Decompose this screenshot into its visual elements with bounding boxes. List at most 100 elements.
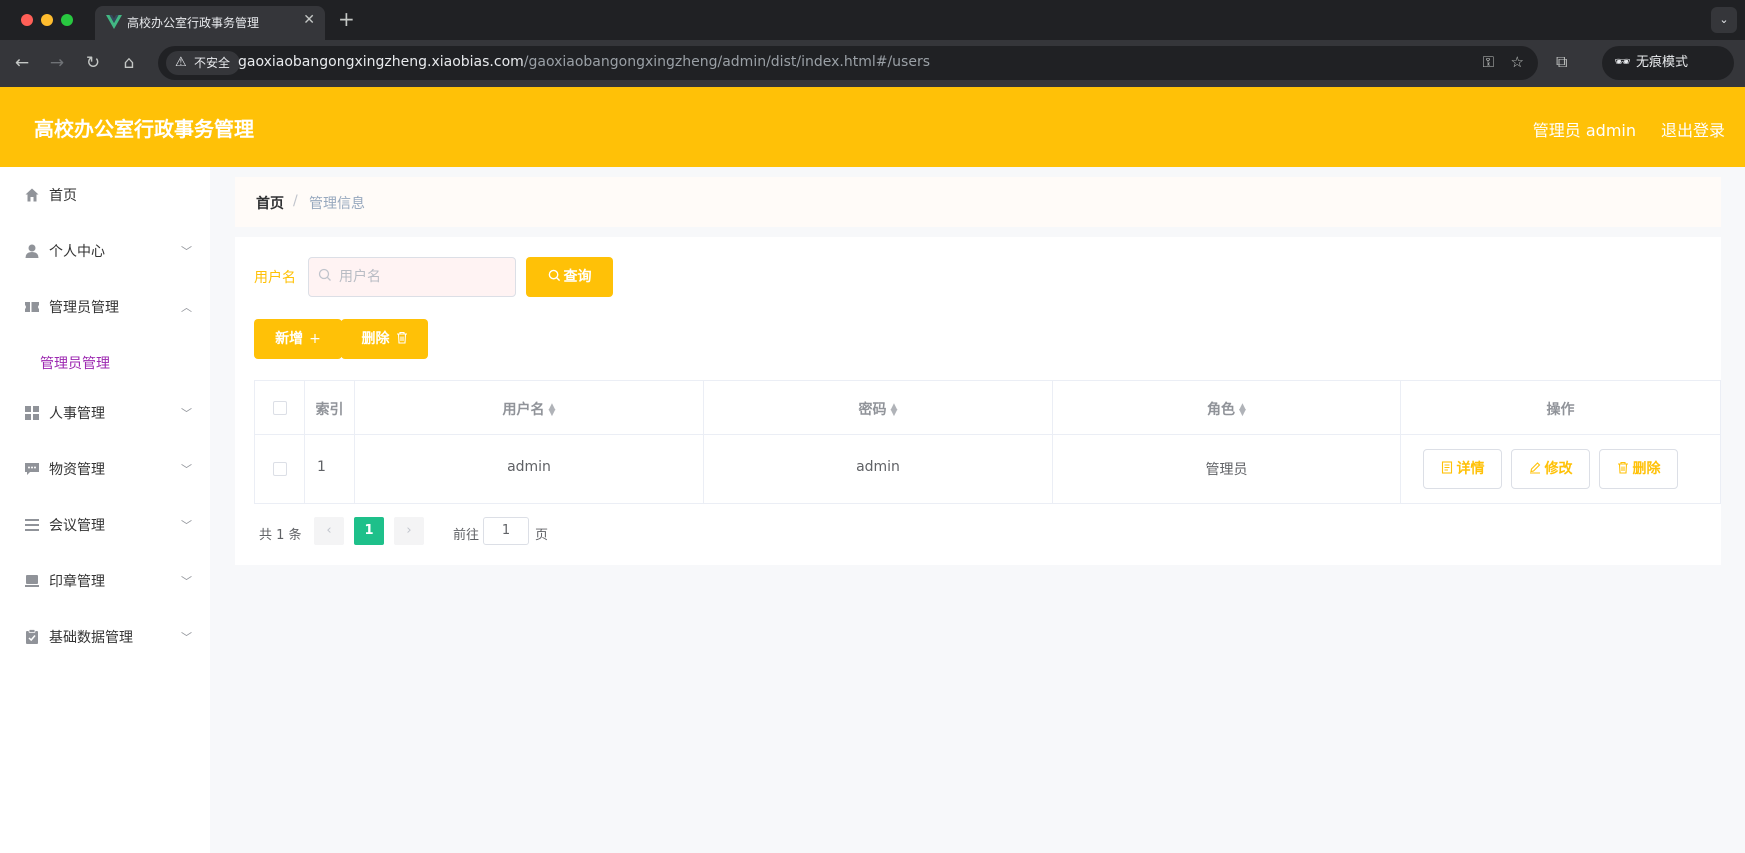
header-index: 索引	[315, 402, 344, 418]
delete-button-label: 删除	[1632, 461, 1661, 477]
key-icon[interactable]: ⚿	[1483, 53, 1494, 71]
chevron-right-icon: ›	[406, 523, 412, 538]
sidebar-item-label: 个人中心	[49, 244, 105, 260]
search-icon	[318, 268, 331, 281]
stamp-icon	[25, 575, 39, 587]
browser-tab[interactable]: 高校办公室行政事务管理 ✕	[95, 6, 325, 40]
header-username-wrap: 用户名 ▲ ▼	[355, 399, 703, 419]
sidebar-item-admin-management[interactable]: 管理员管理 ︿	[0, 279, 210, 335]
chevron-down-icon: ﹀	[181, 245, 192, 258]
maximize-window-button[interactable]	[61, 14, 73, 26]
new-tab-icon[interactable]: +	[338, 7, 355, 31]
chevron-down-icon: ﹀	[181, 519, 192, 532]
bookmark-star-icon[interactable]: ☆	[1511, 53, 1524, 71]
url-path: /gaoxiaobangongxingzheng/admin/dist/inde…	[523, 54, 930, 70]
sidebar-item-materials-management[interactable]: 物资管理 ﹀	[0, 441, 210, 497]
close-window-button[interactable]	[21, 14, 33, 26]
sidebar-item-personal-center[interactable]: 个人中心 ﹀	[0, 223, 210, 279]
url-text[interactable]: gaoxiaobangongxingzheng.xiaobias.com/gao…	[238, 54, 930, 70]
search-field[interactable]	[308, 257, 516, 297]
header-cell-index: 索引	[305, 381, 355, 434]
incognito-icon: 🕶	[1614, 55, 1631, 70]
users-table: 索引 用户名 ▲ ▼ 密码 ▲ ▼ 角色 ▲ ▼ 操作 1 admin admi…	[254, 380, 1721, 504]
header-cell-password[interactable]: 密码 ▲ ▼	[704, 381, 1053, 434]
tab-close-icon[interactable]: ✕	[303, 12, 315, 28]
sidebar-item-hr-management[interactable]: 人事管理 ﹀	[0, 385, 210, 441]
row-password: admin	[856, 459, 900, 475]
incognito-chip[interactable]: 🕶 无痕模式	[1602, 46, 1734, 80]
select-all-checkbox[interactable]	[273, 401, 287, 415]
pagination-goto-input[interactable]: 1	[483, 517, 529, 545]
chat-icon	[25, 463, 39, 475]
vue-logo-icon	[106, 15, 122, 29]
home-icon	[25, 188, 39, 202]
breadcrumb: 首页 / 管理信息	[235, 177, 1721, 227]
header-role: 角色	[1207, 402, 1236, 418]
sidebar-item-label: 首页	[49, 188, 77, 204]
sidebar: 首页 个人中心 ﹀ 管理员管理 ︿ 管理员管理 人事管理 ﹀ 物资管理 ﹀ 会议…	[0, 167, 210, 853]
document-icon	[1441, 461, 1452, 474]
add-button[interactable]: 新增 +	[254, 319, 342, 359]
batch-delete-button-label: 删除	[361, 331, 390, 347]
warning-icon: ⚠	[175, 55, 187, 70]
user-icon	[25, 244, 39, 258]
reload-icon[interactable]: ↻	[82, 52, 104, 74]
delete-button[interactable]: 删除	[1599, 449, 1678, 489]
row-cell-password: admin	[704, 435, 1053, 503]
row-index: 1	[317, 459, 326, 475]
app-title: 高校办公室行政事务管理	[34, 117, 254, 141]
edit-button[interactable]: 修改	[1511, 449, 1590, 489]
detail-button[interactable]: 详情	[1423, 449, 1502, 489]
sidebar-item-label: 人事管理	[49, 406, 105, 422]
omnibox[interactable]: ⚠ 不安全 gaoxiaobangongxingzheng.xiaobias.c…	[158, 46, 1538, 80]
sort-caret-icon[interactable]: ▲ ▼	[549, 403, 556, 418]
minimize-window-button[interactable]	[41, 14, 53, 26]
row-cell-actions: 详情 修改 删除	[1401, 435, 1720, 503]
header-role-wrap: 角色 ▲ ▼	[1053, 399, 1400, 419]
row-cell-username: admin	[355, 435, 704, 503]
chevron-left-icon: ‹	[326, 523, 332, 538]
page-number-current[interactable]: 1	[354, 517, 384, 545]
search-input[interactable]	[339, 264, 509, 290]
sidebar-item-home[interactable]: 首页	[0, 167, 210, 223]
tab-search-icon[interactable]: ⌄	[1711, 7, 1737, 33]
submenu-item-admin-management[interactable]: 管理员管理	[0, 337, 210, 387]
forward-icon[interactable]: →	[46, 52, 68, 74]
header-username: 用户名	[502, 402, 545, 418]
search-icon	[548, 269, 560, 282]
ticket-icon	[25, 302, 39, 312]
next-page-button[interactable]: ›	[394, 517, 424, 545]
header-cell-role[interactable]: 角色 ▲ ▼	[1053, 381, 1401, 434]
extensions-icon[interactable]: ⧉	[1556, 52, 1567, 72]
home-nav-icon[interactable]: ⌂	[118, 52, 140, 74]
breadcrumb-home[interactable]: 首页	[256, 193, 284, 213]
row-role: 管理员	[1205, 462, 1248, 478]
header-cell-username[interactable]: 用户名 ▲ ▼	[355, 381, 704, 434]
batch-delete-button[interactable]: 删除	[341, 319, 428, 359]
table-row: 1 admin admin 管理员 详情 修改 删除	[255, 435, 1720, 503]
header-actions: 操作	[1546, 402, 1575, 418]
edit-pencil-icon	[1529, 462, 1540, 474]
row-checkbox[interactable]	[273, 462, 287, 476]
incognito-label: 无痕模式	[1636, 55, 1689, 70]
security-label: 不安全	[194, 56, 231, 70]
sidebar-item-stamp-management[interactable]: 印章管理 ﹀	[0, 553, 210, 609]
sidebar-item-basic-data-management[interactable]: 基础数据管理 ﹀	[0, 609, 210, 665]
logout-link[interactable]: 退出登录	[1661, 117, 1725, 141]
pagination-goto-label: 前往	[453, 528, 480, 543]
detail-button-label: 详情	[1456, 461, 1485, 477]
row-cell-select	[255, 435, 305, 503]
chevron-down-icon: ﹀	[181, 407, 192, 420]
security-chip[interactable]: ⚠ 不安全	[166, 51, 241, 75]
sidebar-item-label: 印章管理	[49, 574, 105, 590]
header-cell-actions: 操作	[1401, 381, 1720, 434]
prev-page-button[interactable]: ‹	[314, 517, 344, 545]
sort-caret-icon[interactable]: ▲ ▼	[1239, 403, 1246, 418]
back-icon[interactable]: ←	[11, 52, 33, 74]
plus-icon: +	[309, 331, 321, 347]
add-button-label: 新增	[275, 331, 304, 347]
row-username: admin	[507, 459, 551, 475]
sort-caret-icon[interactable]: ▲ ▼	[891, 403, 898, 418]
query-button[interactable]: 查询	[526, 257, 613, 297]
sidebar-item-meeting-management[interactable]: 会议管理 ﹀	[0, 497, 210, 553]
